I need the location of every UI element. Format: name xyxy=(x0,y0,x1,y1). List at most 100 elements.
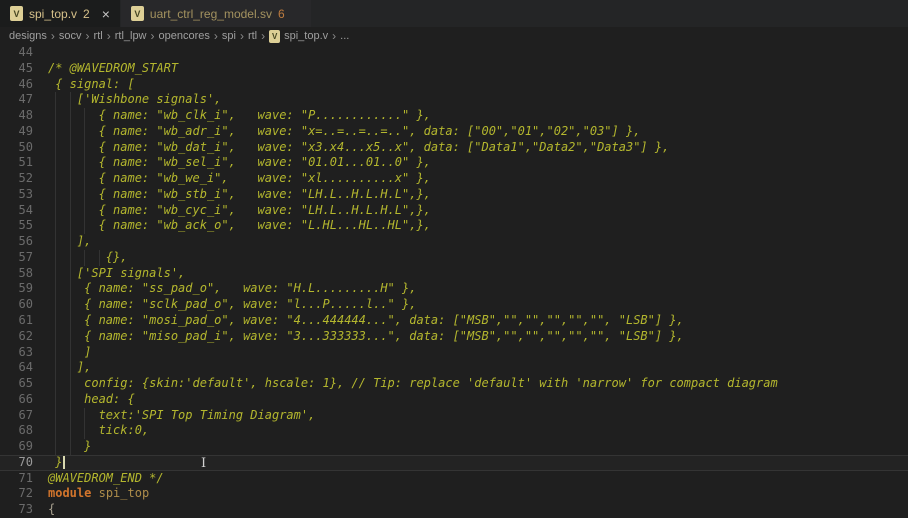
code-line[interactable]: 53 { name: "wb_stb_i", wave: "LH.L..H.L.… xyxy=(0,187,908,203)
line-number[interactable]: 57 xyxy=(0,250,33,266)
close-icon[interactable]: × xyxy=(102,7,110,21)
line-number[interactable]: 61 xyxy=(0,313,33,329)
breadcrumb-item[interactable]: spi xyxy=(222,30,236,42)
line-number[interactable]: 58 xyxy=(0,266,33,282)
code-line[interactable]: 63 ] xyxy=(0,345,908,361)
indent-guide xyxy=(70,439,71,455)
code-line[interactable]: 46 { signal: [ xyxy=(0,77,908,93)
code-line[interactable]: 57 {}, xyxy=(0,250,908,266)
code-line[interactable]: 51 { name: "wb_sel_i", wave: "01.01...01… xyxy=(0,155,908,171)
line-number[interactable]: 70 xyxy=(0,455,33,471)
code-line[interactable]: 65 config: {skin:'default', hscale: 1}, … xyxy=(0,376,908,392)
code-line[interactable]: 71@WAVEDROM_END */ xyxy=(0,471,908,487)
line-number[interactable]: 51 xyxy=(0,155,33,171)
breadcrumb-item[interactable]: designs xyxy=(9,30,47,42)
indent-guide xyxy=(55,266,56,282)
code-line[interactable]: 61 { name: "mosi_pad_o", wave: "4...4444… xyxy=(0,313,908,329)
code-line[interactable]: 47 ['Wishbone signals', xyxy=(0,92,908,108)
code-text: /* @WAVEDROM_START xyxy=(33,61,908,77)
line-number[interactable]: 72 xyxy=(0,486,33,502)
code-line[interactable]: 44 xyxy=(0,45,908,61)
code-line[interactable]: 70 } xyxy=(0,455,908,471)
breadcrumb-item[interactable]: spi_top.v xyxy=(284,30,328,42)
indent-guide xyxy=(70,297,71,313)
breadcrumb-item[interactable]: socv xyxy=(59,30,82,42)
breadcrumb-item[interactable]: rtl xyxy=(94,30,103,42)
line-number[interactable]: 73 xyxy=(0,502,33,518)
line-number[interactable]: 69 xyxy=(0,439,33,455)
code-line[interactable]: 60 { name: "sclk_pad_o", wave: "l...P...… xyxy=(0,297,908,313)
line-number[interactable]: 46 xyxy=(0,77,33,93)
indent-guide xyxy=(70,155,71,171)
line-number[interactable]: 47 xyxy=(0,92,33,108)
code-line[interactable]: 66 head: { xyxy=(0,392,908,408)
line-number[interactable]: 67 xyxy=(0,408,33,424)
tab-uart-ctrl-reg-model[interactable]: V uart_ctrl_reg_model.sv 6 xyxy=(121,0,311,27)
line-number[interactable]: 49 xyxy=(0,124,33,140)
indent-guide xyxy=(70,218,71,234)
code-line[interactable]: 56 ], xyxy=(0,234,908,250)
code-token: } xyxy=(48,455,62,469)
code-line[interactable]: 54 { name: "wb_cyc_i", wave: "LH.L..H.L.… xyxy=(0,203,908,219)
line-number[interactable]: 55 xyxy=(0,218,33,234)
line-number[interactable]: 71 xyxy=(0,471,33,487)
line-number[interactable]: 60 xyxy=(0,297,33,313)
breadcrumb-item[interactable]: rtl_lpw xyxy=(115,30,147,42)
indent-guide xyxy=(55,218,56,234)
code-line[interactable]: 45/* @WAVEDROM_START xyxy=(0,61,908,77)
tab-spi-top[interactable]: V spi_top.v 2 × xyxy=(0,0,120,27)
indent-guide xyxy=(55,423,56,439)
indent-guide xyxy=(70,408,71,424)
line-number[interactable]: 44 xyxy=(0,45,33,61)
indent-guide xyxy=(55,392,56,408)
line-number[interactable]: 50 xyxy=(0,140,33,156)
code-line[interactable]: 62 { name: "miso_pad_i", wave: "3...3333… xyxy=(0,329,908,345)
breadcrumb-item[interactable]: rtl xyxy=(248,30,257,42)
code-line[interactable]: 58 ['SPI signals', xyxy=(0,266,908,282)
indent-guide xyxy=(84,140,85,156)
indent-guide xyxy=(70,360,71,376)
line-number[interactable]: 59 xyxy=(0,281,33,297)
code-line[interactable]: 50 { name: "wb_dat_i", wave: "x3.x4...x5… xyxy=(0,140,908,156)
line-number[interactable]: 56 xyxy=(0,234,33,250)
code-text: {}, xyxy=(33,250,908,266)
code-line[interactable]: 72module spi_top xyxy=(0,486,908,502)
breadcrumb-item[interactable]: opencores xyxy=(159,30,210,42)
code-line[interactable]: 48 { name: "wb_clk_i", wave: "P.........… xyxy=(0,108,908,124)
code-line[interactable]: 68 tick:0, xyxy=(0,423,908,439)
code-text: config: {skin:'default', hscale: 1}, // … xyxy=(33,376,908,392)
line-number[interactable]: 53 xyxy=(0,187,33,203)
code-line[interactable]: 55 { name: "wb_ack_o", wave: "L.HL...HL.… xyxy=(0,218,908,234)
indent-guide xyxy=(55,250,56,266)
code-line[interactable]: 67 text:'SPI Top Timing Diagram', xyxy=(0,408,908,424)
indent-guide xyxy=(70,329,71,345)
line-number[interactable]: 66 xyxy=(0,392,33,408)
tab-bar-empty-space xyxy=(311,0,908,27)
code-area: 4445/* @WAVEDROM_START46 { signal: [47 [… xyxy=(0,45,908,518)
code-line[interactable]: 73{ xyxy=(0,502,908,518)
line-number[interactable]: 64 xyxy=(0,360,33,376)
line-number[interactable]: 54 xyxy=(0,203,33,219)
code-token: ['SPI signals', xyxy=(48,266,185,280)
code-line[interactable]: 69 } xyxy=(0,439,908,455)
code-text: text:'SPI Top Timing Diagram', xyxy=(33,408,908,424)
code-token: { name: "mosi_pad_o", wave: "4...444444.… xyxy=(48,313,684,327)
code-line[interactable]: 49 { name: "wb_adr_i", wave: "x=..=..=..… xyxy=(0,124,908,140)
code-line[interactable]: 59 { name: "ss_pad_o", wave: "H.L.......… xyxy=(0,281,908,297)
code-text: { name: "wb_cyc_i", wave: "LH.L..H.L.H.L… xyxy=(33,203,908,219)
line-number[interactable]: 65 xyxy=(0,376,33,392)
breadcrumb-item[interactable]: ... xyxy=(340,30,349,42)
code-line[interactable]: 64 ], xyxy=(0,360,908,376)
systemverilog-file-icon: V xyxy=(131,6,144,21)
line-number[interactable]: 62 xyxy=(0,329,33,345)
text-cursor xyxy=(63,456,65,469)
line-number[interactable]: 48 xyxy=(0,108,33,124)
line-number[interactable]: 63 xyxy=(0,345,33,361)
line-number[interactable]: 68 xyxy=(0,423,33,439)
indent-guide xyxy=(70,250,71,266)
code-text: { name: "miso_pad_i", wave: "3...333333.… xyxy=(33,329,908,345)
code-line[interactable]: 52 { name: "wb_we_i", wave: "xl.........… xyxy=(0,171,908,187)
line-number[interactable]: 52 xyxy=(0,171,33,187)
tab-label: uart_ctrl_reg_model.sv xyxy=(150,7,272,21)
line-number[interactable]: 45 xyxy=(0,61,33,77)
